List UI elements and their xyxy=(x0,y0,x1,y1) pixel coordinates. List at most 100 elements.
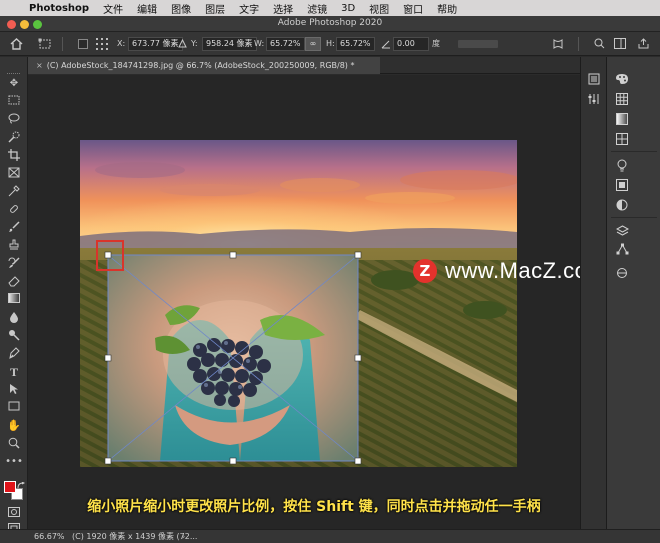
history-panel-icon[interactable] xyxy=(587,73,601,87)
interpolation-dropdown[interactable] xyxy=(458,36,498,51)
paths-panel-icon[interactable] xyxy=(615,243,629,257)
document-tab-title: (C) AdobeStock_184741298.jpg @ 66.7% (Ad… xyxy=(46,61,355,70)
frame-icon[interactable] xyxy=(5,167,23,181)
gradient-icon[interactable] xyxy=(5,293,23,307)
zoom-level[interactable]: 66.67% xyxy=(34,530,65,543)
transform-handle-top-left[interactable] xyxy=(104,251,112,259)
watermark: Z www.MacZ.com xyxy=(413,257,606,285)
swap-colors-icon[interactable] xyxy=(17,474,26,489)
dodge-icon[interactable] xyxy=(5,329,23,343)
blur-icon[interactable] xyxy=(5,311,23,325)
document-canvas[interactable] xyxy=(80,140,517,467)
menu-3d[interactable]: 3D xyxy=(334,3,362,14)
menu-edit[interactable]: 编辑 xyxy=(130,1,164,16)
transform-handle-top[interactable] xyxy=(229,251,237,259)
panel-divider xyxy=(611,217,657,218)
status-bar: 66.67% (C) 1920 像素 x 1439 像素 (72... › xyxy=(0,529,660,543)
y-input[interactable]: 958.24 像素 xyxy=(202,36,257,51)
libraries-panel-icon[interactable] xyxy=(615,179,629,193)
brush-icon[interactable] xyxy=(5,221,23,235)
transform-handle-left[interactable] xyxy=(104,354,112,362)
w-label: W: xyxy=(254,39,265,48)
workspace-icon[interactable] xyxy=(614,36,626,51)
transform-handle-bottom-right[interactable] xyxy=(354,457,362,465)
menu-type[interactable]: 文字 xyxy=(232,1,266,16)
h-label: H: xyxy=(326,39,335,48)
menu-window[interactable]: 窗口 xyxy=(396,1,430,16)
tools-panel: ✥ T ✋ ••• xyxy=(0,57,28,533)
home-icon[interactable] xyxy=(10,36,23,51)
transform-handle-top-right[interactable] xyxy=(354,251,362,259)
eyedropper-icon[interactable] xyxy=(5,185,23,199)
title-bar: Adobe Photoshop 2020 xyxy=(0,16,660,32)
panel-dock-narrow xyxy=(580,57,606,529)
angle-input[interactable]: 0.00 xyxy=(393,36,429,51)
swatches-panel-icon[interactable] xyxy=(615,93,629,107)
x-label: X: xyxy=(117,39,126,48)
delta-icon[interactable] xyxy=(178,36,187,51)
angle-unit: 度 xyxy=(432,39,440,48)
y-label: Y: xyxy=(191,39,198,48)
link-aspect-icon[interactable]: ∞ xyxy=(305,36,321,51)
options-bar: X: 673.77 像素 Y: 958.24 像素 W: 65.72% ∞ H:… xyxy=(0,32,660,56)
width-input[interactable]: 65.72% xyxy=(266,36,305,51)
layers-panel-icon[interactable] xyxy=(615,225,629,239)
document-tab[interactable]: × (C) AdobeStock_184741298.jpg @ 66.7% (A… xyxy=(28,57,380,74)
menu-select[interactable]: 选择 xyxy=(266,1,300,16)
close-tab-icon[interactable]: × xyxy=(36,61,43,70)
crop-icon[interactable] xyxy=(5,149,23,163)
default-colors-icon[interactable] xyxy=(4,475,12,490)
share-icon[interactable] xyxy=(638,36,649,51)
learn-panel-icon[interactable] xyxy=(615,159,629,173)
transform-handle-right[interactable] xyxy=(354,354,362,362)
menu-help[interactable]: 帮助 xyxy=(430,1,464,16)
transform-handle-bottom[interactable] xyxy=(229,457,237,465)
quick-mask-icon[interactable] xyxy=(5,507,23,521)
height-input[interactable]: 65.72% xyxy=(336,36,375,51)
menu-view[interactable]: 视图 xyxy=(362,1,396,16)
document-info[interactable]: (C) 1920 像素 x 1439 像素 (72... xyxy=(72,530,197,543)
stamp-icon[interactable] xyxy=(5,239,23,253)
marquee-icon[interactable] xyxy=(5,95,23,109)
hand-icon[interactable]: ✋ xyxy=(5,419,23,433)
divider xyxy=(62,36,63,51)
rectangle-icon[interactable] xyxy=(5,401,23,415)
path-select-icon[interactable] xyxy=(5,383,23,397)
reference-point-grid-icon[interactable] xyxy=(96,36,108,51)
window-title: Adobe Photoshop 2020 xyxy=(277,18,383,28)
menu-app[interactable]: Photoshop xyxy=(22,3,96,14)
warp-icon[interactable] xyxy=(552,36,564,51)
color-panel-icon[interactable] xyxy=(615,73,629,87)
menu-file[interactable]: 文件 xyxy=(96,1,130,16)
gradients-panel-icon[interactable] xyxy=(615,113,629,127)
lasso-icon[interactable] xyxy=(5,113,23,127)
adjustments-panel-icon[interactable] xyxy=(615,199,629,213)
menu-bar: Photoshop 文件 编辑 图像 图层 文字 选择 滤镜 3D 视图 窗口 … xyxy=(0,0,660,16)
search-icon[interactable] xyxy=(594,36,605,51)
patterns-panel-icon[interactable] xyxy=(615,133,629,147)
pen-icon[interactable] xyxy=(5,347,23,361)
zoom-icon[interactable] xyxy=(5,437,23,451)
foreground-color-swatch[interactable] xyxy=(4,481,16,493)
channels-panel-icon[interactable] xyxy=(615,267,629,281)
eraser-icon[interactable] xyxy=(5,275,23,289)
transform-handle-bottom-left[interactable] xyxy=(104,457,112,465)
type-icon[interactable]: T xyxy=(5,365,23,379)
quick-select-icon[interactable] xyxy=(5,131,23,145)
more-icon[interactable]: ••• xyxy=(5,455,23,469)
divider xyxy=(578,36,579,51)
menu-image[interactable]: 图像 xyxy=(164,1,198,16)
properties-panel-icon[interactable] xyxy=(587,93,601,107)
reference-point-checkbox[interactable] xyxy=(78,36,88,51)
menu-layer[interactable]: 图层 xyxy=(198,1,232,16)
x-input[interactable]: 673.77 像素 xyxy=(128,36,183,51)
history-brush-icon[interactable] xyxy=(5,257,23,271)
collapse-toolbar-icon[interactable] xyxy=(5,60,23,74)
status-menu-icon[interactable]: › xyxy=(182,530,185,543)
document-tab-bar: × (C) AdobeStock_184741298.jpg @ 66.7% (A… xyxy=(28,57,580,74)
move-icon[interactable]: ✥ xyxy=(5,77,23,91)
menu-filter[interactable]: 滤镜 xyxy=(300,1,334,16)
macz-logo: Z xyxy=(413,259,437,283)
transform-tool-icon[interactable] xyxy=(38,36,52,51)
healing-icon[interactable] xyxy=(5,203,23,217)
